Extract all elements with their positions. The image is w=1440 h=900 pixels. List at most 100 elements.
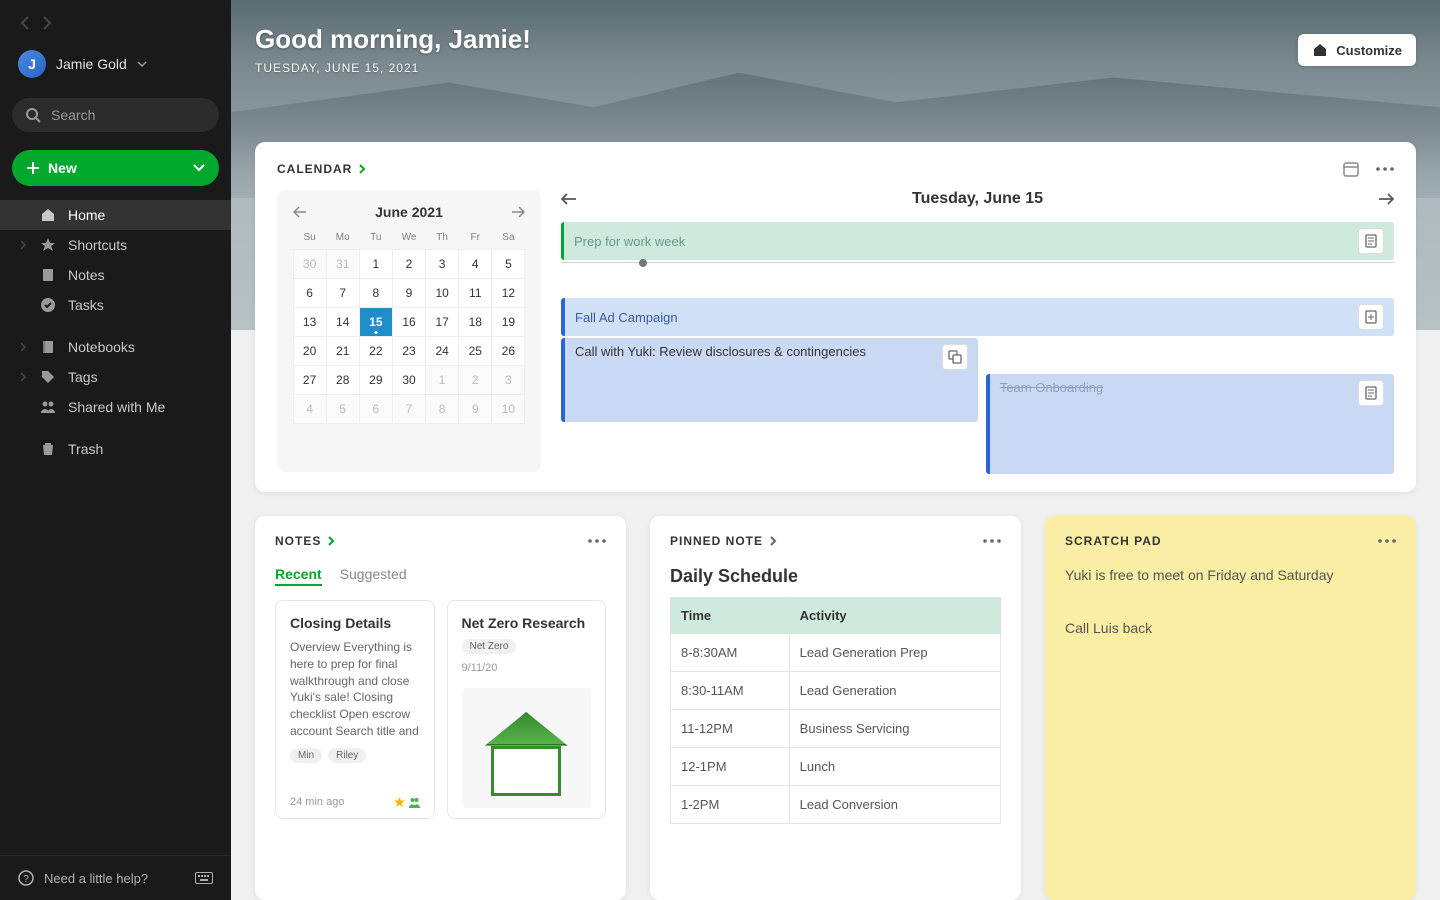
calendar-day[interactable]: 30 xyxy=(392,365,426,395)
search-input[interactable]: Search xyxy=(12,98,219,132)
calendar-day[interactable]: 27 xyxy=(293,365,327,395)
prev-day-icon[interactable] xyxy=(561,193,577,205)
keyboard-icon[interactable] xyxy=(195,872,213,884)
calendar-day[interactable]: 8 xyxy=(425,394,459,424)
note-tile[interactable]: Closing Details Overview Everything is h… xyxy=(275,600,435,819)
calendar-day[interactable]: 29 xyxy=(359,365,393,395)
calendar-day[interactable]: 21 xyxy=(326,336,360,366)
calendar-day[interactable]: 7 xyxy=(392,394,426,424)
prev-month-icon[interactable] xyxy=(293,206,307,218)
avatar: J xyxy=(18,50,46,78)
home-icon xyxy=(40,207,56,223)
calendar-day[interactable]: 8 xyxy=(359,278,393,308)
calendar-day[interactable]: 6 xyxy=(359,394,393,424)
calendar-day[interactable]: 1 xyxy=(425,365,459,395)
calendar-day[interactable]: 2 xyxy=(392,249,426,279)
scratch-title: SCRATCH PAD xyxy=(1065,534,1162,548)
note-tile[interactable]: Net Zero Research Net Zero 9/11/20 xyxy=(447,600,607,819)
user-menu[interactable]: J Jamie Gold xyxy=(0,40,231,92)
sidebar-item-trash[interactable]: Trash xyxy=(0,434,231,464)
dow-label: Mo xyxy=(326,228,359,249)
calendar-day[interactable]: 20 xyxy=(293,336,327,366)
calendar-day[interactable]: 14 xyxy=(326,307,360,337)
user-name-label: Jamie Gold xyxy=(56,56,127,72)
pinned-title[interactable]: PINNED NOTE xyxy=(670,534,777,548)
calendar-day[interactable]: 17 xyxy=(425,307,459,337)
new-button[interactable]: New xyxy=(12,150,219,186)
tab-recent[interactable]: Recent xyxy=(275,566,322,586)
sidebar-item-notes[interactable]: Notes xyxy=(0,260,231,290)
chevron-right-icon xyxy=(18,342,28,352)
calendar-day[interactable]: 2 xyxy=(458,365,492,395)
calendar-title[interactable]: CALENDAR xyxy=(277,162,366,176)
trash-icon xyxy=(40,441,56,457)
event-campaign[interactable]: Fall Ad Campaign xyxy=(561,298,1394,336)
calendar-day[interactable]: 4 xyxy=(293,394,327,424)
more-icon[interactable] xyxy=(588,539,606,543)
calendar-day[interactable]: 3 xyxy=(491,365,525,395)
calendar-day[interactable]: 9 xyxy=(392,278,426,308)
event-note-add-icon[interactable] xyxy=(1358,304,1384,330)
calendar-day[interactable]: 13 xyxy=(293,307,327,337)
help-link[interactable]: ? Need a little help? xyxy=(18,870,148,886)
calendar-day[interactable]: 1 xyxy=(359,249,393,279)
calendar-day[interactable]: 3 xyxy=(425,249,459,279)
calendar-day[interactable]: 19 xyxy=(491,307,525,337)
calendar-day[interactable]: 26 xyxy=(491,336,525,366)
calendar-day[interactable]: 6 xyxy=(293,278,327,308)
event-onboarding[interactable]: Team Onboarding xyxy=(986,374,1394,474)
next-day-icon[interactable] xyxy=(1378,193,1394,205)
sidebar-item-notebooks[interactable]: Notebooks xyxy=(0,332,231,362)
more-icon[interactable] xyxy=(1376,167,1394,171)
event-call[interactable]: Call with Yuki: Review disclosures & con… xyxy=(561,338,978,422)
help-icon: ? xyxy=(18,870,34,886)
calendar-open-icon[interactable] xyxy=(1342,160,1360,178)
star-icon xyxy=(40,237,56,253)
tab-suggested[interactable]: Suggested xyxy=(340,566,407,586)
calendar-day[interactable]: 10 xyxy=(425,278,459,308)
calendar-day[interactable]: 18 xyxy=(458,307,492,337)
table-row: 8-8:30AMLead Generation Prep xyxy=(671,634,1001,672)
calendar-day[interactable]: 12 xyxy=(491,278,525,308)
calendar-day[interactable]: 5 xyxy=(326,394,360,424)
calendar-day[interactable]: 10 xyxy=(491,394,525,424)
chevron-right-icon xyxy=(769,536,777,546)
event-note-icon[interactable] xyxy=(1358,228,1384,254)
chevron-down-icon xyxy=(137,61,147,67)
calendar-day[interactable]: 15 xyxy=(359,307,393,337)
sidebar-item-home[interactable]: Home xyxy=(0,200,231,230)
scratch-body[interactable]: Yuki is free to meet on Friday and Satur… xyxy=(1065,562,1396,642)
calendar-day[interactable]: 11 xyxy=(458,278,492,308)
mini-calendar: June 2021 SuMoTuWeThFrSa3031123456789101… xyxy=(277,190,541,472)
calendar-day[interactable]: 24 xyxy=(425,336,459,366)
calendar-day[interactable]: 30 xyxy=(293,249,327,279)
event-note-link-icon[interactable] xyxy=(942,344,968,370)
next-month-icon[interactable] xyxy=(511,206,525,218)
notes-title[interactable]: NOTES xyxy=(275,534,335,548)
nav-back-icon[interactable] xyxy=(20,16,29,30)
sidebar-item-tasks[interactable]: Tasks xyxy=(0,290,231,320)
calendar-day[interactable]: 5 xyxy=(491,249,525,279)
calendar-day[interactable]: 9 xyxy=(458,394,492,424)
nav-forward-icon[interactable] xyxy=(43,16,52,30)
customize-button[interactable]: Customize xyxy=(1298,34,1416,66)
sidebar-item-tags[interactable]: Tags xyxy=(0,362,231,392)
calendar-day[interactable]: 23 xyxy=(392,336,426,366)
chevron-right-icon xyxy=(18,240,28,250)
event-prep[interactable]: Prep for work week xyxy=(561,222,1394,260)
sidebar-item-shared[interactable]: Shared with Me xyxy=(0,392,231,422)
calendar-day[interactable]: 22 xyxy=(359,336,393,366)
calendar-day[interactable]: 7 xyxy=(326,278,360,308)
time-indicator xyxy=(561,262,1394,263)
calendar-day[interactable]: 16 xyxy=(392,307,426,337)
scratch-pad-widget: SCRATCH PAD Yuki is free to meet on Frid… xyxy=(1045,516,1416,900)
event-note-icon[interactable] xyxy=(1358,380,1384,406)
table-row: 1-2PMLead Conversion xyxy=(671,786,1001,824)
calendar-day[interactable]: 31 xyxy=(326,249,360,279)
calendar-day[interactable]: 4 xyxy=(458,249,492,279)
calendar-day[interactable]: 25 xyxy=(458,336,492,366)
sidebar-item-shortcuts[interactable]: Shortcuts xyxy=(0,230,231,260)
calendar-day[interactable]: 28 xyxy=(326,365,360,395)
more-icon[interactable] xyxy=(983,539,1001,543)
more-icon[interactable] xyxy=(1378,539,1396,543)
